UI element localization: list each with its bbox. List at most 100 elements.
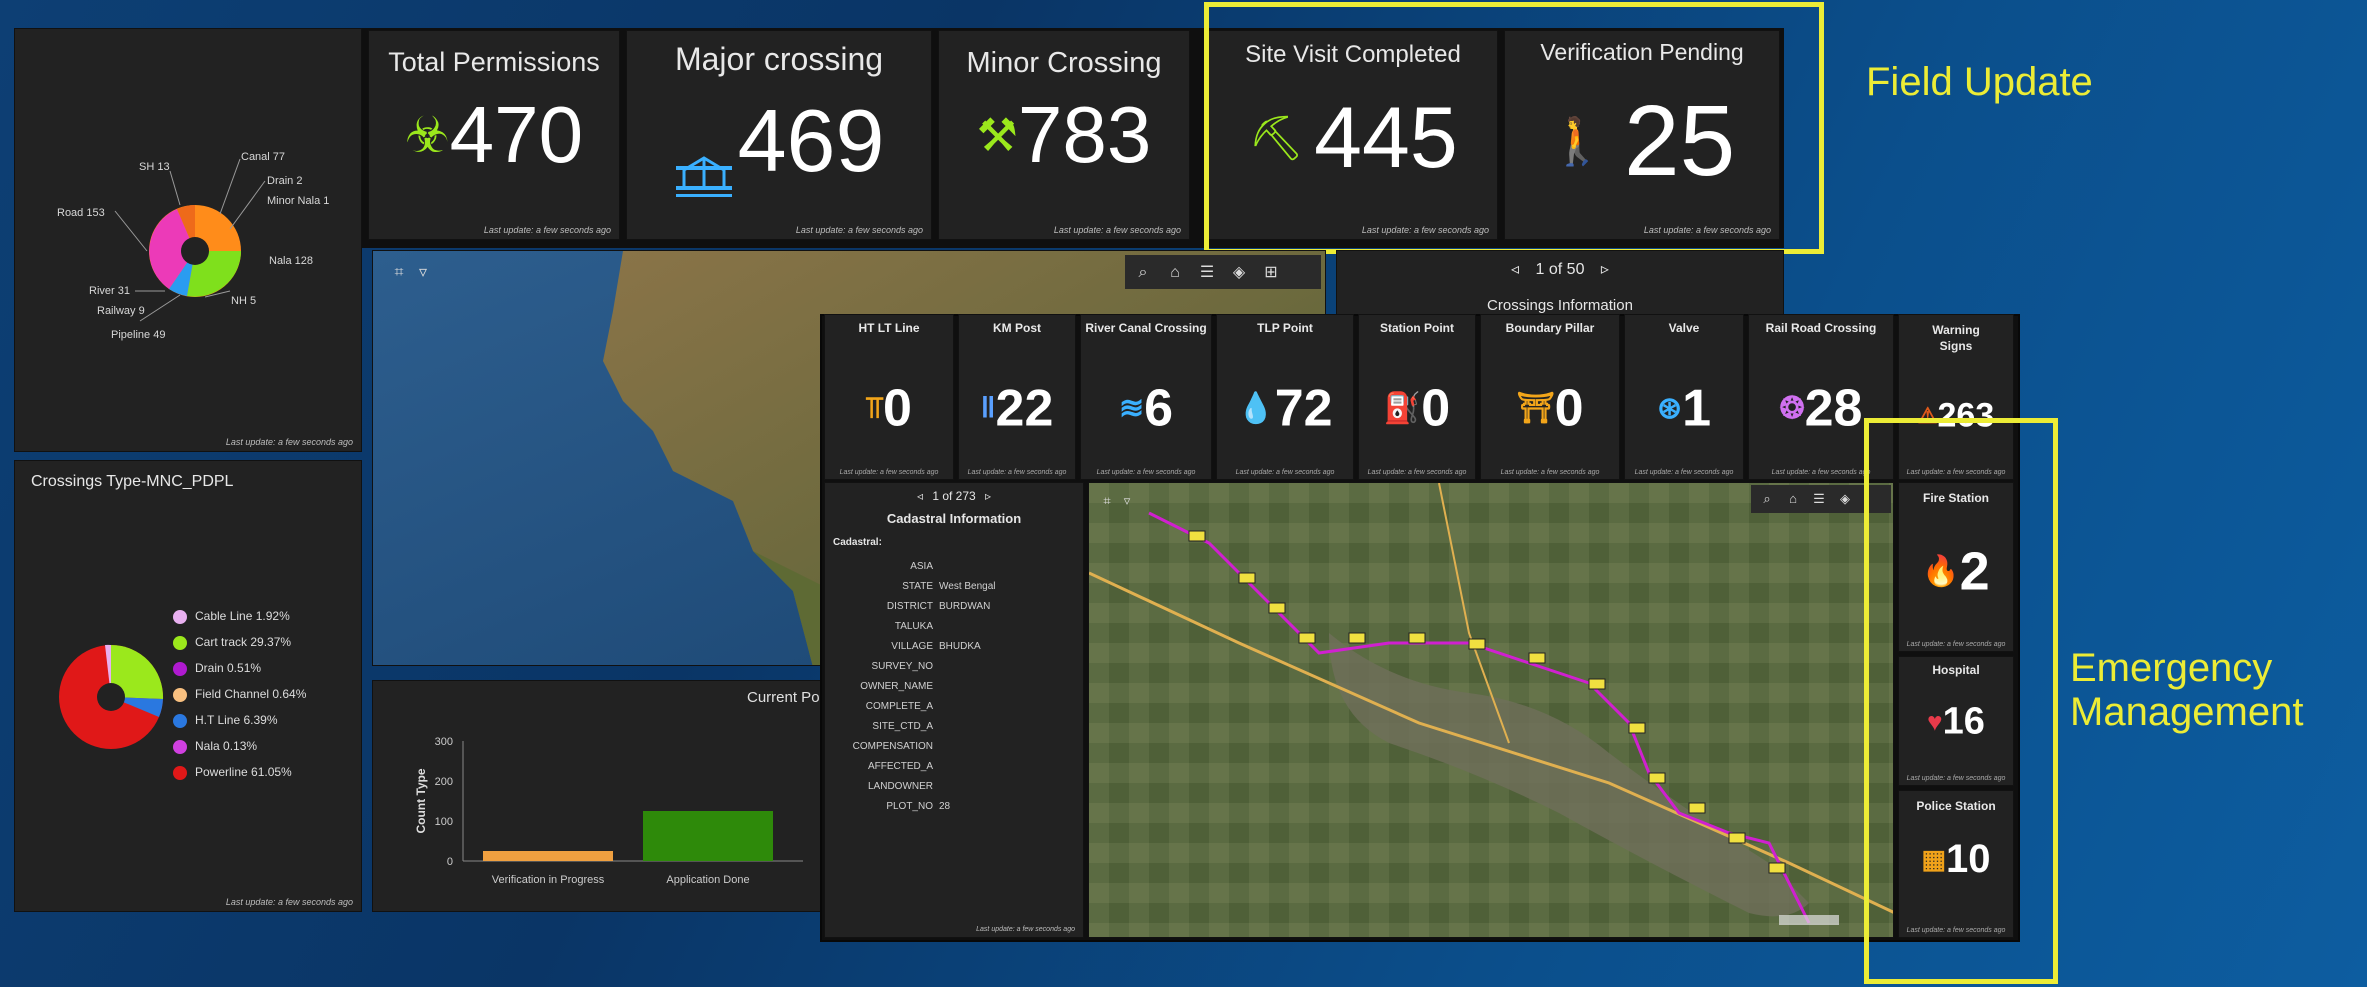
cadastral-row: AFFECTED_A [825, 761, 1083, 772]
field-update-highlight [1204, 2, 1824, 254]
warning-title-line2: Signs [1939, 339, 1973, 353]
post-icon: ‖ [980, 391, 996, 425]
legend-item: Powerline 61.05% [173, 765, 292, 780]
crossing-indicator-value: ⊛1 [1656, 379, 1712, 438]
crossing-indicator-footer: Last update: a few seconds ago [1235, 469, 1335, 476]
grid-icon[interactable]: ⊞ [1259, 261, 1283, 285]
pager-text: 1 of 273 [932, 489, 976, 503]
prev-page-icon[interactable]: ◃ [917, 489, 923, 503]
cadastral-row: DISTRICT BURDWAN [825, 601, 1083, 612]
pie-label-drain: Drain 2 [267, 175, 303, 187]
valve-icon: ⊛ [1656, 391, 1683, 425]
crossing-indicator-value: 💧72 [1237, 379, 1333, 438]
crossing-indicator: Valve ⊛1 Last update: a few seconds ago [1624, 314, 1744, 480]
cadastral-row: SITE_CTD_A [825, 721, 1083, 732]
cadastral-panel: ◃ 1 of 273 ▹ Cadastral Information Cadas… [824, 482, 1084, 938]
cadastral-footer: Last update: a few seconds ago [976, 926, 1075, 933]
emergency-label-line1: Emergency [2070, 646, 2273, 690]
home-icon[interactable]: ⌂ [1781, 487, 1805, 511]
crossing-indicator: Station Point ⛽0 Last update: a few seco… [1358, 314, 1476, 480]
map-select-tool-icon[interactable]: ⌗ [387, 261, 411, 285]
cadastral-section: Cadastral: [833, 537, 882, 548]
crossing-indicator-value: ≋6 [1118, 379, 1174, 438]
search-icon[interactable]: ⌕ [1131, 261, 1155, 285]
cadastral-value: West Bengal [939, 581, 996, 592]
cadastral-key: VILLAGE [891, 641, 933, 652]
cadastral-row: COMPENSATION [825, 741, 1083, 752]
chevron-down-icon[interactable]: ▿ [1115, 489, 1139, 513]
map-pipeline-satellite[interactable] [1089, 483, 1894, 938]
cadastral-value: 28 [939, 801, 951, 812]
next-page-icon[interactable]: ▹ [1601, 261, 1609, 278]
pie-panel-crossing-categories: SH 13 Canal 77 Drain 2 Minor Nala 1 Road… [14, 28, 362, 452]
pie1-footer: Last update: a few seconds ago [225, 437, 353, 447]
cadastral-key: SURVEY_NO [871, 661, 933, 672]
indicator-value: ☣470 [404, 89, 584, 179]
map-panel-pipeline[interactable]: ⌗ ▿ ⌕ ⌂ ☰ ◈ [1088, 482, 1894, 938]
crossing-indicator-footer: Last update: a few seconds ago [1634, 469, 1734, 476]
emergency-management-highlight [1864, 418, 2058, 984]
emergency-label-line2: Management [2070, 690, 2304, 734]
list-icon[interactable]: ☰ [1807, 487, 1831, 511]
cadastral-title: Cadastral Information [886, 511, 1022, 526]
crossing-indicator-footer: Last update: a few seconds ago [1096, 469, 1196, 476]
prev-page-icon[interactable]: ◃ [1511, 261, 1519, 278]
cadastral-value: BURDWAN [939, 601, 991, 612]
indicator-minor-crossing: Minor Crossing ⚒783 Last update: a few s… [938, 30, 1190, 240]
gate-icon: ⛩ [1516, 391, 1555, 425]
cadastral-pager[interactable]: ◃ 1 of 273 ▹ [825, 489, 1083, 503]
crossing-indicator: TLP Point 💧72 Last update: a few seconds… [1216, 314, 1354, 480]
pie-hole [181, 237, 209, 265]
pie-label-pipeline: Pipeline 49 [111, 329, 166, 341]
crossing-indicator-footer: Last update: a few seconds ago [1367, 469, 1467, 476]
bar-chart: 300 200 100 0 Count Type Verification in Prog… [414, 736, 803, 886]
chevron-down-icon[interactable]: ▿ [411, 261, 435, 285]
indicator-footer: Last update: a few seconds ago [483, 225, 611, 235]
pie-label-railway: Railway 9 [97, 305, 145, 317]
crossing-indicator-title: HT LT Line [858, 321, 920, 335]
pie-label-river: River 31 [89, 285, 130, 297]
pie2-hole [97, 683, 125, 711]
biohazard-icon: ☣ [404, 106, 450, 163]
legend-item: Cart track 29.37% [173, 635, 291, 650]
legend-item: H.T Line 6.39% [173, 713, 278, 728]
y-axis-label: Count Type [414, 768, 428, 833]
cadastral-row: VILLAGE BHUDKA [825, 641, 1083, 652]
list-icon[interactable]: ☰ [1195, 261, 1219, 285]
legend-item: Field Channel 0.64% [173, 687, 306, 702]
cadastral-key: TALUKA [894, 621, 933, 632]
bridge-icon [674, 119, 734, 197]
cadastral-key: DISTRICT [886, 601, 933, 612]
home-icon[interactable]: ⌂ [1163, 261, 1187, 285]
cadastral-key: COMPENSATION [852, 741, 933, 752]
crossings-pager[interactable]: ◃ 1 of 50 ▹ [1337, 259, 1783, 279]
bar [643, 811, 773, 861]
indicator-title: Total Permissions [388, 47, 600, 77]
layers-icon[interactable]: ◈ [1227, 261, 1251, 285]
crossing-indicator: KM Post ‖22 Last update: a few seconds a… [958, 314, 1076, 480]
y-tick-label: 0 [447, 856, 453, 868]
power-pole-icon: ⫪ [866, 391, 884, 425]
pie2-footer: Last update: a few seconds ago [225, 897, 353, 907]
crossing-indicator-title: KM Post [993, 321, 1041, 335]
pie-label-minor-nala: Minor Nala 1 [267, 195, 330, 207]
crossing-indicator-value: ⛽0 [1383, 379, 1451, 438]
drop-icon: 💧 [1237, 391, 1275, 425]
layers-icon[interactable]: ◈ [1833, 487, 1857, 511]
pie-label-sh: SH 13 [139, 161, 170, 173]
search-icon[interactable]: ⌕ [1755, 487, 1779, 511]
crossing-indicator-footer: Last update: a few seconds ago [967, 469, 1067, 476]
cadastral-row: COMPLETE_A [825, 701, 1083, 712]
hydrant-icon: ⛽ [1383, 391, 1422, 425]
bar-chart-panel: Current Por 300 200 100 0 Count Type Verifica… [372, 680, 826, 912]
indicator-title: Minor Crossing [966, 47, 1162, 79]
crossing-indicator-title: River Canal Crossing [1085, 321, 1207, 335]
cadastral-row: LANDOWNER [825, 781, 1083, 792]
cadastral-key: LANDOWNER [867, 781, 933, 792]
cadastral-key: PLOT_NO [886, 801, 933, 812]
indicator-footer: Last update: a few seconds ago [1053, 225, 1181, 235]
cadastral-row: ASIA [825, 561, 1083, 572]
pie-panel-crossings-type: Crossings Type-MNC_PDPL Cable Line 1.92%… [14, 460, 362, 912]
next-page-icon[interactable]: ▹ [985, 489, 991, 503]
legend-item: Nala 0.13% [173, 739, 257, 754]
